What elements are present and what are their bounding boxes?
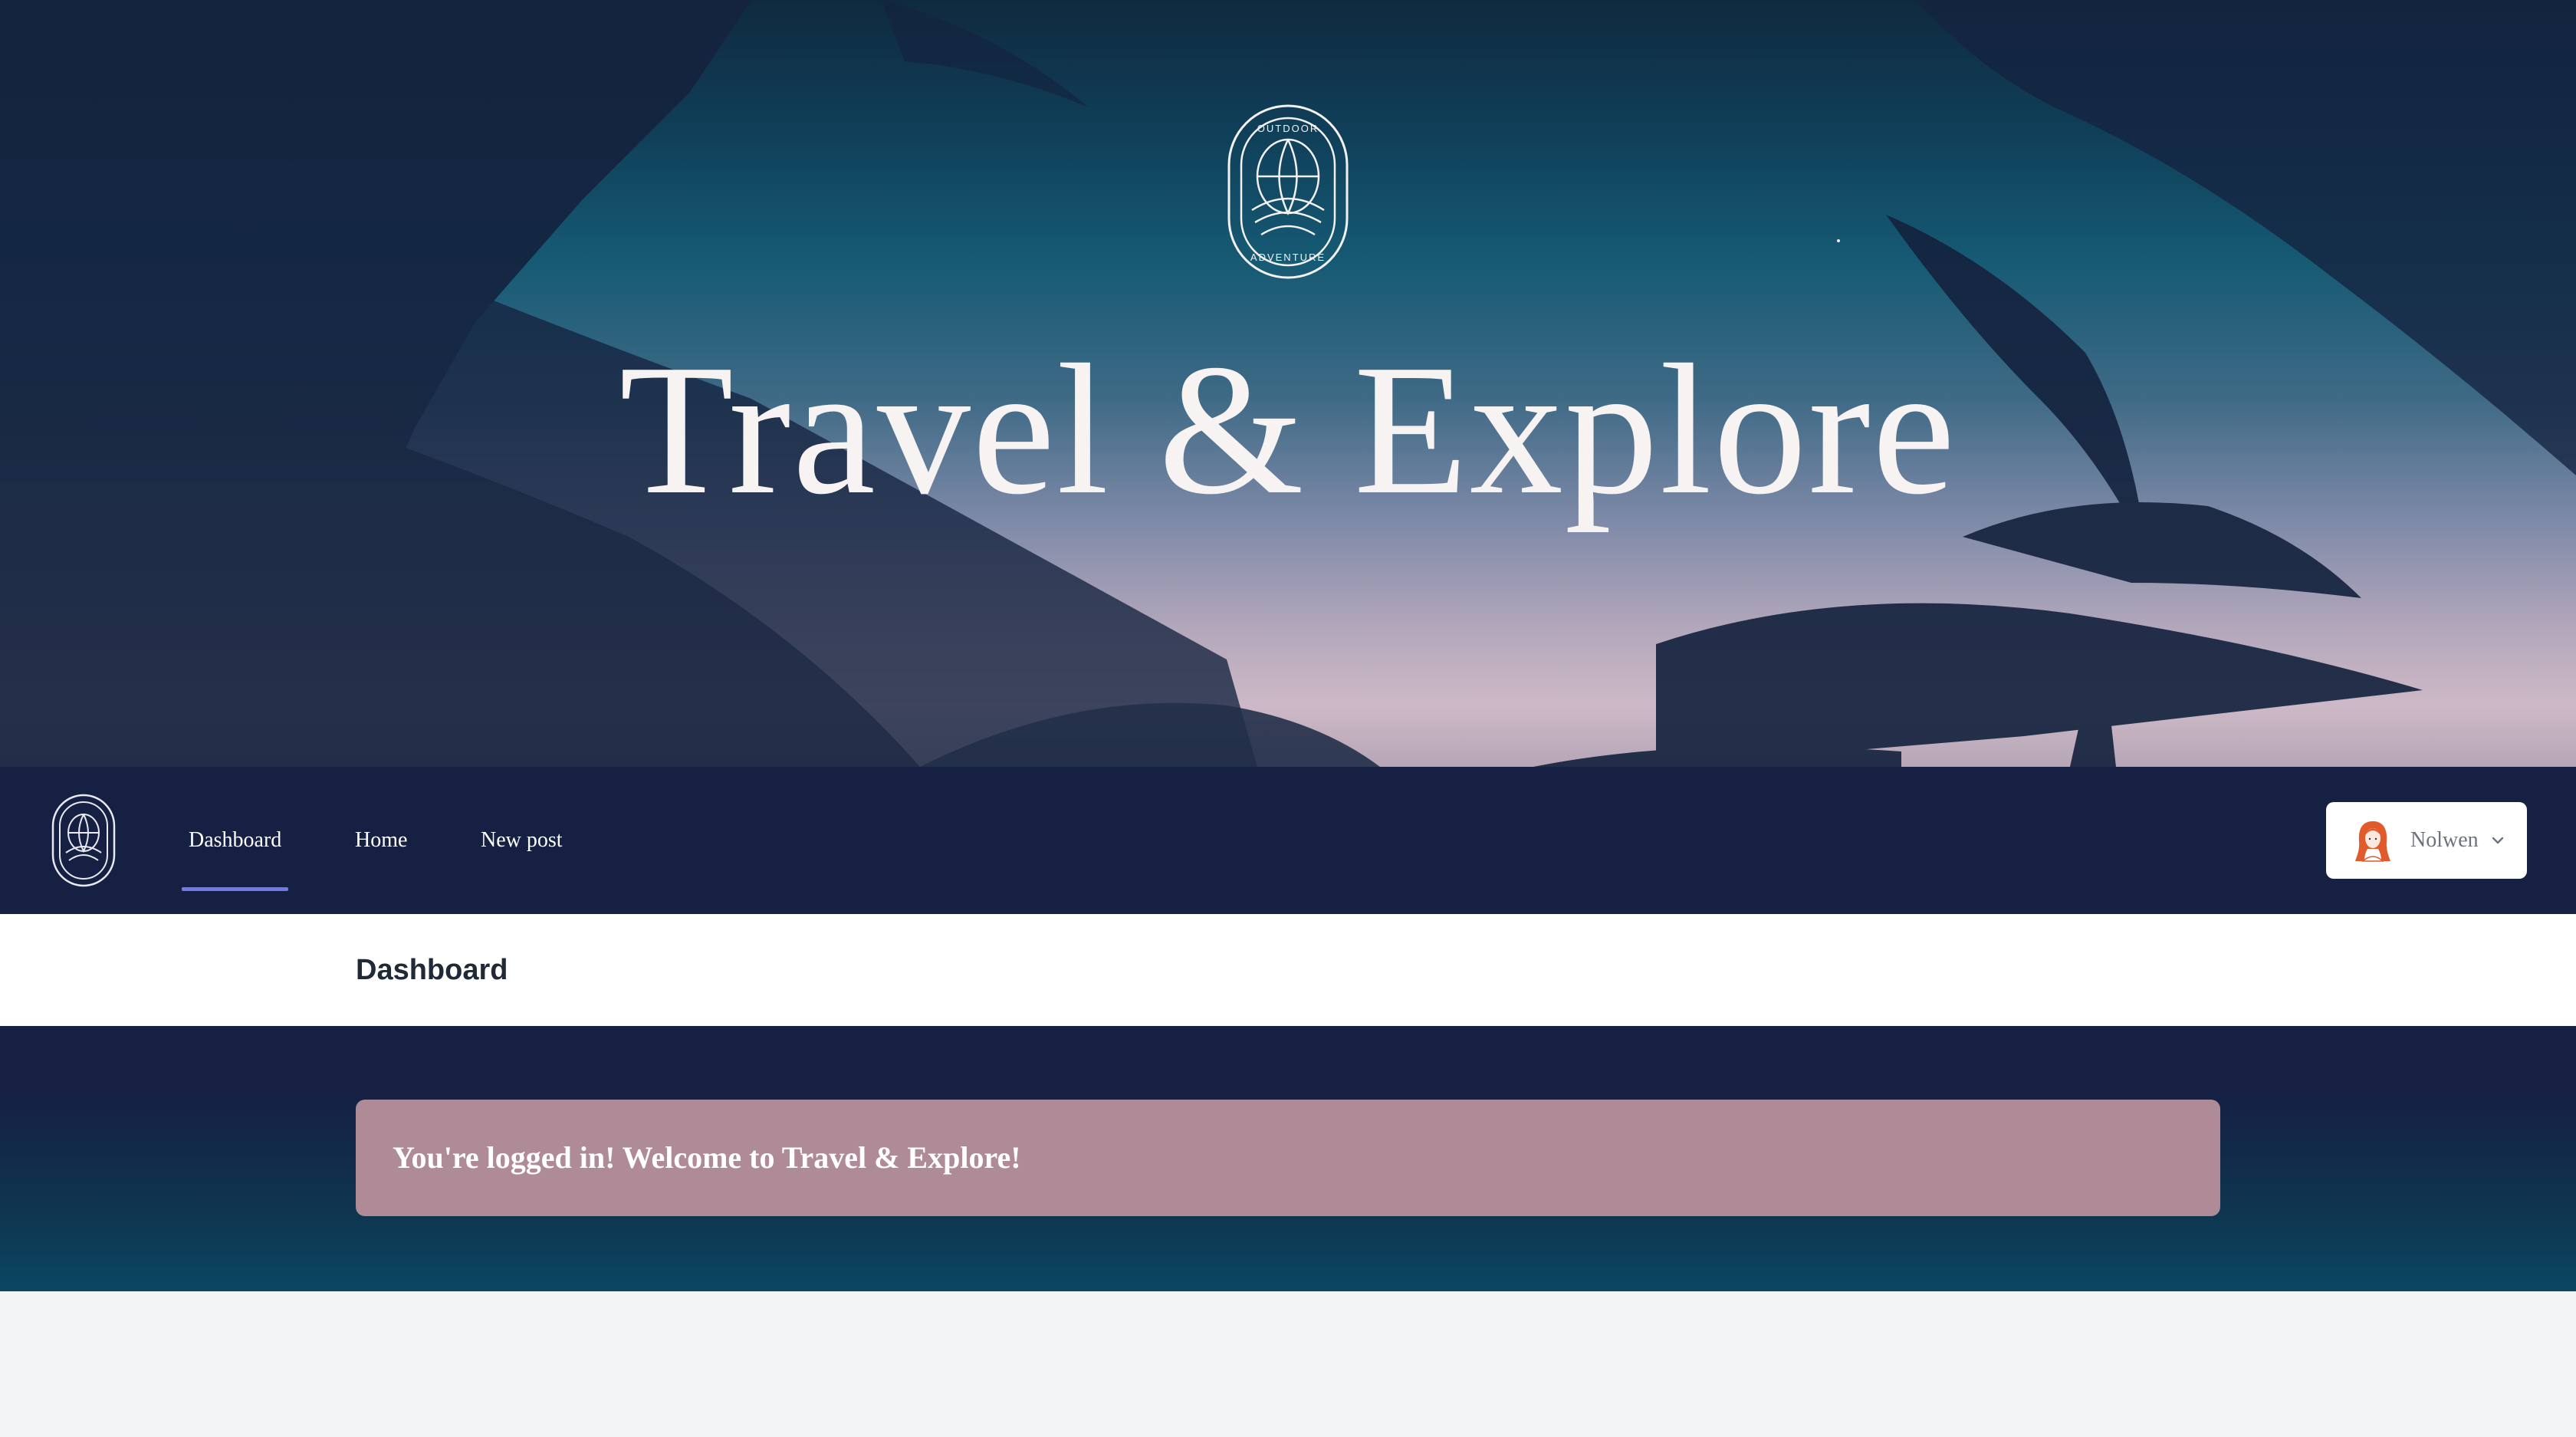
outdoor-adventure-badge-icon[interactable] <box>51 793 117 888</box>
site-title: Travel & Explore <box>619 326 1957 533</box>
nav-link-dashboard[interactable]: Dashboard <box>181 767 289 914</box>
page-header: Dashboard <box>0 914 2576 1026</box>
user-menu-dropdown[interactable]: Nolwen <box>2326 802 2527 879</box>
nav-link-new-post[interactable]: New post <box>481 767 563 914</box>
user-avatar-icon <box>2355 821 2390 862</box>
svg-text:OUTDOOR: OUTDOOR <box>1257 123 1319 134</box>
welcome-message: You're logged in! Welcome to Travel & Ex… <box>393 1140 1021 1175</box>
nav-link-home[interactable]: Home <box>355 767 407 914</box>
welcome-card: You're logged in! Welcome to Travel & Ex… <box>356 1100 2220 1216</box>
svg-text:ADVENTURE: ADVENTURE <box>1250 252 1326 263</box>
chevron-down-icon <box>2492 837 2503 844</box>
page-title: Dashboard <box>356 954 508 986</box>
hero-banner: OUTDOOR ADVENTURE Travel & Explore <box>0 0 2576 767</box>
outdoor-adventure-badge-icon: OUTDOOR ADVENTURE <box>1227 104 1349 279</box>
content-area: You're logged in! Welcome to Travel & Ex… <box>0 1026 2576 1291</box>
user-name-label: Nolwen <box>2410 828 2479 852</box>
page-background <box>0 1291 2576 1437</box>
top-navbar: Dashboard Home New post Nolwen <box>0 767 2576 914</box>
